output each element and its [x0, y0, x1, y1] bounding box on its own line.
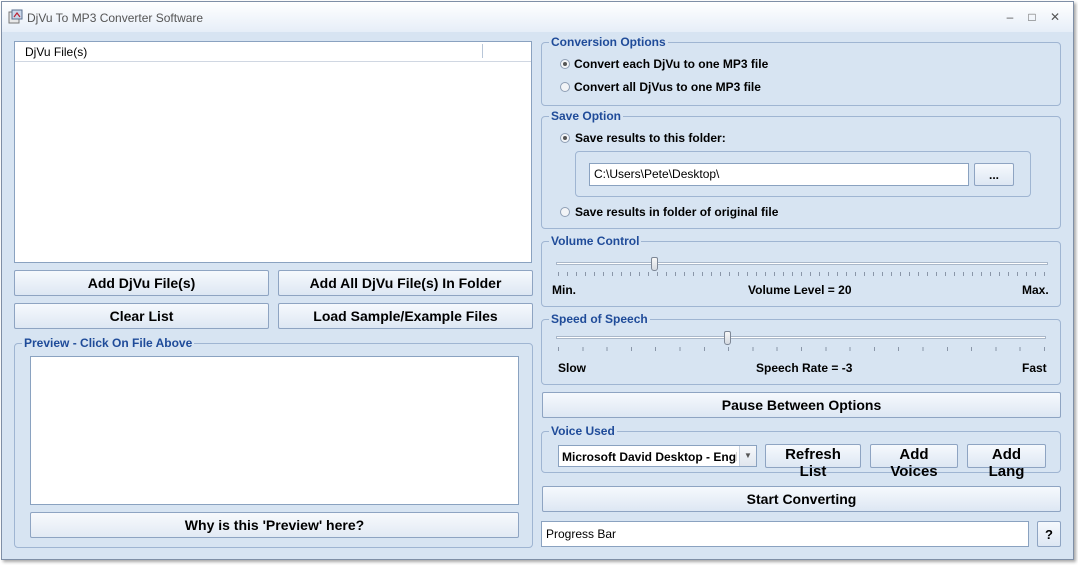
- minimize-button[interactable]: ‒: [1001, 10, 1019, 24]
- why-preview-button[interactable]: Why is this 'Preview' here?: [30, 512, 519, 538]
- conversion-options-title: Conversion Options: [549, 35, 668, 49]
- speed-ticks: [558, 347, 1048, 351]
- file-list[interactable]: DjVu File(s): [14, 41, 532, 263]
- speed-title: Speed of Speech: [549, 312, 650, 326]
- voice-select[interactable]: Microsoft David Desktop - English (Unite…: [558, 445, 757, 467]
- speed-slider-thumb[interactable]: [724, 331, 731, 345]
- voice-used-title: Voice Used: [549, 424, 617, 438]
- close-button[interactable]: ✕: [1046, 10, 1064, 24]
- chevron-down-icon[interactable]: ▼: [739, 446, 756, 466]
- volume-control-title: Volume Control: [549, 234, 642, 248]
- refresh-list-button[interactable]: Refresh List: [765, 444, 861, 480]
- save-original-label[interactable]: Save results in folder of original file: [575, 205, 778, 219]
- start-converting-button[interactable]: Start Converting: [542, 486, 1061, 512]
- restore-button[interactable]: □: [1023, 10, 1041, 24]
- preview-area: [30, 356, 519, 505]
- volume-ticks: [558, 272, 1048, 276]
- volume-control-group: Volume Control Min. Volume Level = 20 Ma…: [541, 234, 1061, 307]
- help-button[interactable]: ?: [1037, 521, 1061, 547]
- add-voices-button[interactable]: Add Voices: [870, 444, 958, 480]
- volume-max-label: Max.: [1022, 283, 1049, 297]
- preview-title: Preview - Click On File Above: [22, 336, 195, 350]
- column-separator[interactable]: [482, 44, 483, 58]
- add-files-button[interactable]: Add DjVu File(s): [14, 270, 269, 296]
- progress-bar: Progress Bar: [541, 521, 1029, 547]
- app-icon: [8, 9, 23, 24]
- volume-slider-thumb[interactable]: [651, 257, 658, 271]
- column-header-djvu-files[interactable]: DjVu File(s): [25, 45, 87, 59]
- convert-all-radio[interactable]: [560, 82, 570, 92]
- save-to-folder-label[interactable]: Save results to this folder:: [575, 131, 726, 145]
- volume-level-label: Volume Level = 20: [748, 283, 852, 297]
- convert-all-label[interactable]: Convert all DjVus to one MP3 file: [574, 80, 761, 94]
- speed-slider-track[interactable]: [556, 336, 1046, 339]
- preview-group: Preview - Click On File Above Why is thi…: [14, 336, 533, 548]
- browse-button[interactable]: ...: [974, 163, 1014, 186]
- voice-used-group: Voice Used Microsoft David Desktop - Eng…: [541, 424, 1061, 480]
- folder-path-field[interactable]: C:\Users\Pete\Desktop\: [589, 163, 969, 186]
- speed-fast-label: Fast: [1022, 361, 1047, 375]
- add-folder-button[interactable]: Add All DjVu File(s) In Folder: [278, 270, 533, 296]
- file-list-header: DjVu File(s): [15, 42, 531, 62]
- volume-slider-track[interactable]: [556, 262, 1048, 265]
- speech-rate-label: Speech Rate = -3: [756, 361, 853, 375]
- client-area: DjVu File(s) Add DjVu File(s) Add All Dj…: [2, 32, 1073, 559]
- window-title: DjVu To MP3 Converter Software: [27, 11, 204, 25]
- voice-select-value: Microsoft David Desktop - English (Unite…: [562, 450, 737, 464]
- app-window: DjVu To MP3 Converter Software ‒ □ ✕ DjV…: [1, 1, 1074, 560]
- save-option-title: Save Option: [549, 109, 624, 123]
- convert-each-radio[interactable]: [560, 59, 570, 69]
- speed-group: Speed of Speech Slow Speech Rate = -3 Fa…: [541, 312, 1061, 385]
- add-lang-button[interactable]: Add Lang: [967, 444, 1046, 480]
- load-samples-button[interactable]: Load Sample/Example Files: [278, 303, 533, 329]
- clear-list-button[interactable]: Clear List: [14, 303, 269, 329]
- conversion-options-group: Conversion Options Convert each DjVu to …: [541, 35, 1061, 106]
- volume-min-label: Min.: [552, 283, 576, 297]
- save-option-group: Save Option Save results to this folder:…: [541, 109, 1061, 229]
- save-original-radio[interactable]: [560, 207, 570, 217]
- convert-each-label[interactable]: Convert each DjVu to one MP3 file: [574, 57, 768, 71]
- save-to-folder-radio[interactable]: [560, 133, 570, 143]
- pause-between-options-button[interactable]: Pause Between Options: [542, 392, 1061, 418]
- speed-slow-label: Slow: [558, 361, 587, 375]
- title-bar: DjVu To MP3 Converter Software ‒ □ ✕: [2, 2, 1073, 32]
